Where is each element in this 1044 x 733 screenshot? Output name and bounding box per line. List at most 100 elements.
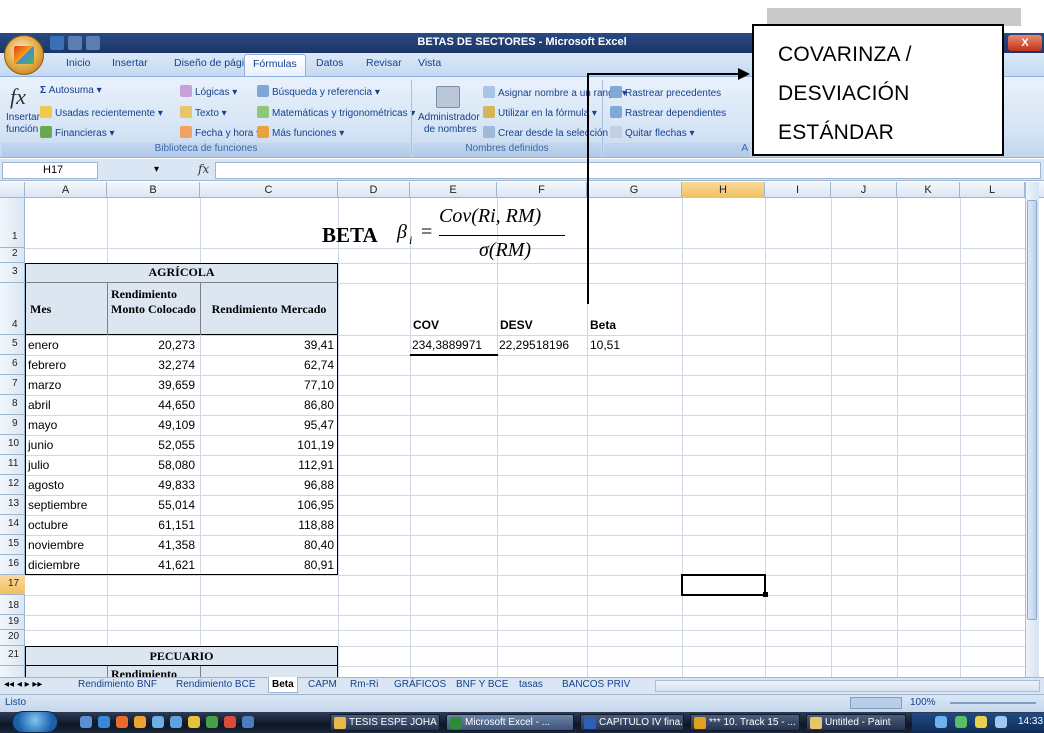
tab-insertar[interactable]: Insertar: [112, 57, 148, 69]
row-header[interactable]: 19: [0, 615, 25, 630]
cell-rendimiento-monto[interactable]: 39,659: [107, 378, 195, 393]
tab-vista[interactable]: Vista: [418, 57, 441, 69]
sheet-tab-active[interactable]: Beta: [268, 677, 298, 693]
cell-rendimiento-monto[interactable]: 41,621: [107, 558, 195, 573]
result-desv-value[interactable]: 22,29518196: [499, 338, 569, 353]
fecha-button[interactable]: Fecha y hora ▾: [180, 126, 261, 139]
vertical-scroll-thumb[interactable]: [1027, 200, 1037, 620]
cell-rendimiento-mercado[interactable]: 95,47: [200, 418, 334, 433]
cell-mes[interactable]: septiembre: [28, 498, 87, 513]
horizontal-scrollbar[interactable]: [655, 680, 1040, 692]
taskbar-item-active[interactable]: Microsoft Excel - ...: [446, 714, 574, 731]
messenger-icon[interactable]: [152, 716, 164, 728]
row-header[interactable]: 4: [0, 283, 25, 335]
cell-rendimiento-monto[interactable]: 49,109: [107, 418, 195, 433]
row-header[interactable]: 2: [0, 248, 25, 263]
taskbar-item[interactable]: Untitled - Paint: [806, 714, 906, 731]
tray-volume-icon[interactable]: [995, 716, 1007, 728]
sheet-tab[interactable]: Rendimiento BCE: [176, 679, 255, 690]
name-manager-label-2[interactable]: de nombres: [424, 124, 477, 135]
cell-mes[interactable]: junio: [28, 438, 53, 453]
mas-funciones-button[interactable]: Más funciones ▾: [257, 126, 344, 139]
cell-mes[interactable]: octubre: [28, 518, 68, 533]
cell-rendimiento-monto[interactable]: 55,014: [107, 498, 195, 513]
row-header[interactable]: 21: [0, 646, 25, 666]
sheet-tab[interactable]: Rendimiento BNF: [78, 679, 157, 690]
sheet-tab[interactable]: tasas: [519, 679, 543, 690]
busqueda-button[interactable]: Búsqueda y referencia ▾: [257, 85, 380, 98]
row-header[interactable]: 15: [0, 535, 25, 555]
taskbar-item[interactable]: *** 10. Track 15 - ...: [690, 714, 800, 731]
tab-formulas[interactable]: Fórmulas: [244, 54, 306, 76]
cell-mes[interactable]: marzo: [28, 378, 61, 393]
tray-security-icon[interactable]: [975, 716, 987, 728]
search-icon[interactable]: [170, 716, 182, 728]
taskbar-item[interactable]: CAPITULO IV fina...: [580, 714, 684, 731]
excel-quick-icon[interactable]: [206, 716, 218, 728]
row-header[interactable]: 16: [0, 555, 25, 575]
row-header[interactable]: 14: [0, 515, 25, 535]
cell-mes[interactable]: agosto: [28, 478, 64, 493]
app-icon[interactable]: [188, 716, 200, 728]
name-manager-icon[interactable]: [436, 86, 460, 108]
cell-rendimiento-monto[interactable]: 32,274: [107, 358, 195, 373]
row-header[interactable]: 11: [0, 455, 25, 475]
selected-cell-h17[interactable]: [681, 574, 766, 596]
column-header[interactable]: C: [200, 182, 338, 198]
column-header[interactable]: L: [960, 182, 1025, 198]
tray-network-icon[interactable]: [955, 716, 967, 728]
sheet-tab[interactable]: BANCOS PRIV: [562, 679, 630, 690]
cell-mes[interactable]: julio: [28, 458, 49, 473]
column-header[interactable]: K: [897, 182, 960, 198]
insert-function-label-1[interactable]: Insertar: [6, 112, 40, 123]
select-all-corner[interactable]: [0, 182, 25, 198]
cell-mes[interactable]: mayo: [28, 418, 57, 433]
row-header[interactable]: 12: [0, 475, 25, 495]
logicas-button[interactable]: Lógicas ▾: [180, 85, 237, 98]
column-header[interactable]: F: [497, 182, 587, 198]
cell-rendimiento-monto[interactable]: 41,358: [107, 538, 195, 553]
zoom-slider[interactable]: [950, 702, 1036, 704]
column-header[interactable]: J: [831, 182, 897, 198]
view-buttons[interactable]: [850, 697, 902, 709]
fill-handle[interactable]: [763, 592, 768, 597]
tab-revisar[interactable]: Revisar: [366, 57, 402, 69]
sheet-tab[interactable]: Rm-Ri: [350, 679, 378, 690]
column-header[interactable]: A: [25, 182, 107, 198]
row-header[interactable]: 9: [0, 415, 25, 435]
sheet-tab[interactable]: CAPM: [308, 679, 337, 690]
row-header[interactable]: 13: [0, 495, 25, 515]
cell-rendimiento-mercado[interactable]: 39,41: [200, 338, 334, 353]
cell-rendimiento-monto[interactable]: 52,055: [107, 438, 195, 453]
financieras-button[interactable]: Financieras ▾: [40, 126, 115, 139]
taskbar-item[interactable]: TESIS ESPE JOHA: [330, 714, 440, 731]
close-window-button[interactable]: X: [1008, 35, 1042, 51]
insert-function-label-2[interactable]: función: [6, 124, 38, 135]
cell-rendimiento-mercado[interactable]: 86,80: [200, 398, 334, 413]
media-icon[interactable]: [116, 716, 128, 728]
name-box[interactable]: H17: [2, 162, 98, 179]
tray-language-icon[interactable]: [935, 716, 947, 728]
tab-datos[interactable]: Datos: [316, 57, 343, 69]
cell-rendimiento-mercado[interactable]: 112,91: [200, 458, 334, 473]
cell-rendimiento-monto[interactable]: 58,080: [107, 458, 195, 473]
tab-inicio[interactable]: Inicio: [66, 57, 91, 69]
row-header[interactable]: 10: [0, 435, 25, 455]
word-quick-icon[interactable]: [242, 716, 254, 728]
cell-rendimiento-mercado[interactable]: 77,10: [200, 378, 334, 393]
name-box-dropdown-icon[interactable]: ▾: [154, 164, 159, 175]
firefox-icon[interactable]: [134, 716, 146, 728]
insert-function-icon[interactable]: fx: [10, 84, 26, 110]
ie-icon[interactable]: [98, 716, 110, 728]
recientes-button[interactable]: Usadas recientemente ▾: [40, 106, 163, 119]
row-header[interactable]: 5: [0, 335, 25, 355]
cell-rendimiento-mercado[interactable]: 62,74: [200, 358, 334, 373]
row-header-selected[interactable]: 17: [0, 575, 25, 595]
cell-mes[interactable]: diciembre: [28, 558, 80, 573]
autosuma-button[interactable]: Σ Autosuma ▾: [40, 85, 102, 96]
cell-mes[interactable]: noviembre: [28, 538, 84, 553]
cell-mes[interactable]: febrero: [28, 358, 66, 373]
sheet-tab[interactable]: GRÁFICOS: [394, 679, 446, 690]
column-header[interactable]: I: [765, 182, 831, 198]
name-manager-label-1[interactable]: Administrador: [418, 112, 480, 123]
